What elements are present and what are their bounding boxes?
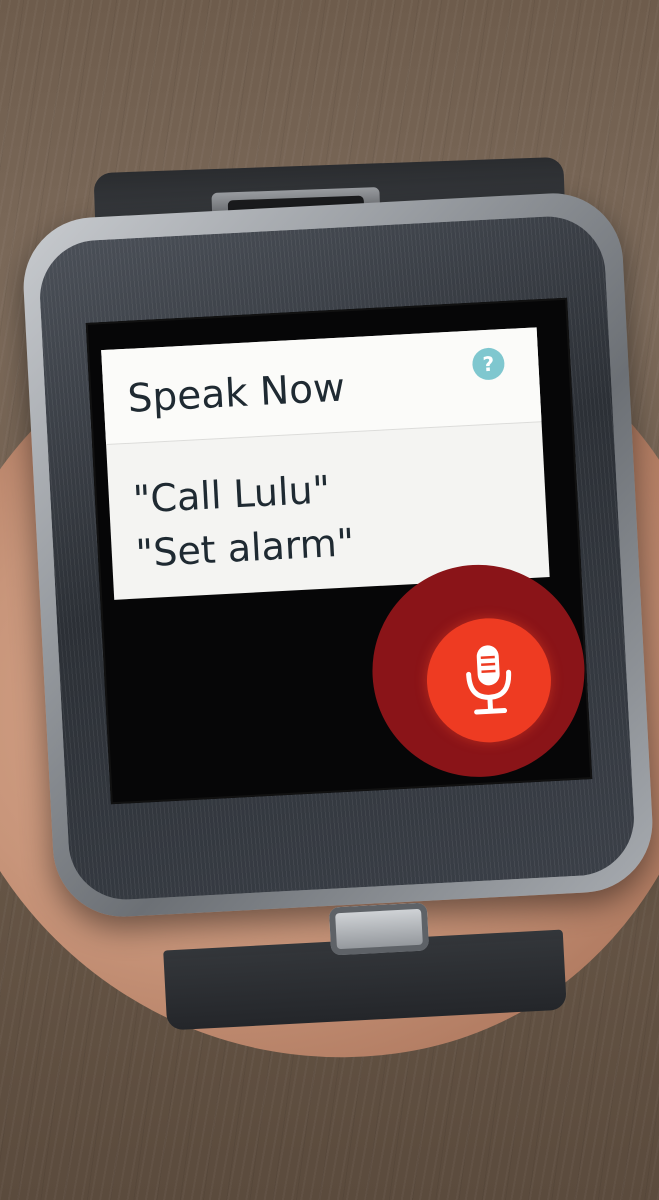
voice-prompt-header: Speak Now ? (101, 327, 542, 446)
example-command: "Set alarm" (134, 520, 356, 576)
home-button[interactable] (328, 902, 430, 956)
question-mark-icon[interactable]: ? (471, 347, 506, 381)
watch-screen: Speak Now ? "Call Lulu" "Set alarm" (85, 297, 593, 805)
microphone-icon (466, 645, 512, 715)
page-title: Speak Now (126, 365, 346, 422)
example-commands: "Call Lulu" "Set alarm" (132, 461, 356, 580)
voice-prompt-card: Speak Now ? "Call Lulu" "Set alarm" (101, 327, 550, 600)
